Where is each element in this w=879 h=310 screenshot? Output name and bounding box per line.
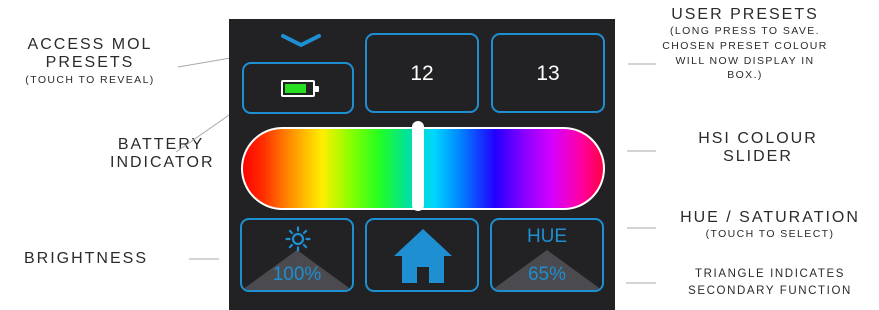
hue-saturation-button[interactable]: HUE 65% — [490, 218, 604, 292]
slider-thumb[interactable] — [411, 121, 424, 211]
access-label-line2: PRESETS — [45, 54, 135, 72]
user-presets-sub-4: BOX.) — [727, 69, 763, 82]
sun-icon — [285, 226, 311, 252]
battery-label-line2: INDICATOR — [110, 154, 215, 172]
chevron-down-icon[interactable] — [280, 33, 322, 49]
hue-value: 65% — [527, 264, 567, 285]
hsi-label-line1: HSI COLOUR — [698, 130, 818, 147]
home-icon — [394, 229, 452, 283]
brightness-label-text: BRIGHTNESS — [23, 250, 148, 267]
brightness-value: 100% — [272, 264, 322, 285]
user-presets-sub-1: (LONG PRESS TO SAVE. — [670, 25, 820, 38]
hue-label-title: HUE / SATURATION — [680, 209, 860, 226]
user-preset-button-2[interactable]: 13 — [491, 33, 605, 113]
access-label-line1: ACCESS MOL — [27, 36, 153, 53]
home-button[interactable] — [365, 218, 479, 292]
user-presets-sub-3: WILL NOW DISPLAY IN — [675, 54, 815, 67]
triangle-label-line1: TRIANGLE INDICATES — [695, 268, 845, 280]
triangle-indicator-label: TRIANGLE INDICATES SECONDARY FUNCTION — [666, 266, 874, 299]
user-presets-label: USER PRESETS (LONG PRESS TO SAVE. CHOSEN… — [622, 6, 868, 83]
brightness-button[interactable]: 100% — [240, 218, 354, 292]
user-presets-title: USER PRESETS — [671, 6, 819, 23]
battery-terminal — [315, 86, 319, 92]
battery-label-line1: BATTERY — [117, 136, 205, 153]
preset-1-number: 12 — [410, 62, 434, 85]
access-presets-label: ACCESS MOL PRESETS (TOUCH TO REVEAL) — [4, 36, 176, 87]
access-label-sub: (TOUCH TO REVEAL) — [25, 73, 155, 86]
hue-label: HUE — [526, 226, 568, 247]
preset-2-number: 13 — [536, 62, 560, 85]
triangle-label-line2: SECONDARY FUNCTION — [688, 284, 852, 297]
battery-indicator — [242, 62, 354, 114]
brightness-label: BRIGHTNESS — [6, 250, 166, 268]
battery-indicator-label: BATTERY INDICATOR — [110, 136, 215, 173]
user-preset-button-1[interactable]: 12 — [365, 33, 479, 113]
hue-label-sub: (TOUCH TO SELECT) — [705, 228, 835, 241]
hsi-label-line2: SLIDER — [723, 148, 793, 166]
battery-fill — [285, 84, 306, 93]
hue-saturation-label: HUE / SATURATION (TOUCH TO SELECT) — [664, 209, 876, 242]
battery-icon — [281, 80, 319, 97]
hsi-slider-label: HSI COLOUR SLIDER — [690, 130, 826, 167]
user-presets-sub-2: CHOSEN PRESET COLOUR — [662, 40, 828, 53]
